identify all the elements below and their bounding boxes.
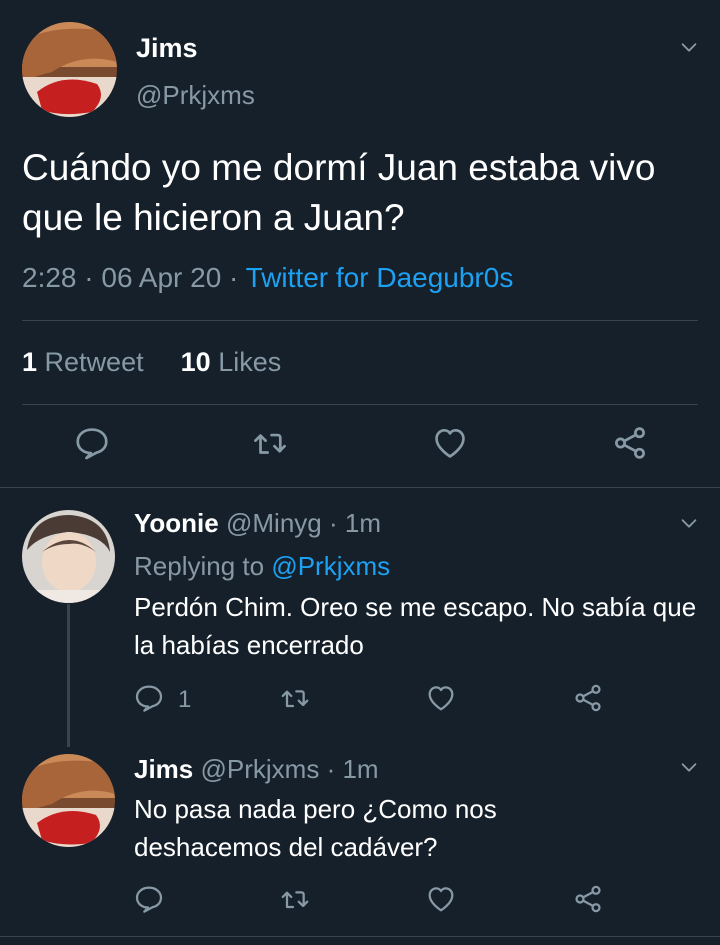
separator: · [328,508,338,538]
reply-author-name[interactable]: Yoonie [134,508,219,538]
avatar[interactable] [22,22,117,117]
avatar-image [22,754,115,847]
likes-stat[interactable]: 10 Likes [181,347,282,377]
avatar-image [22,510,115,603]
comment-icon[interactable] [133,883,165,915]
reply-text: Perdón Chim. Oreo se me escapo. No sabía… [134,592,697,660]
share-icon[interactable] [572,883,604,915]
heart-icon[interactable] [425,883,457,915]
divider [0,487,720,488]
likes-label: Likes [218,347,282,377]
tweet-time: 2:28 [22,262,77,293]
reply-count: 1 [178,686,192,713]
heart-icon[interactable] [431,424,469,462]
retweet-icon[interactable] [279,682,311,714]
retweet-icon[interactable] [251,424,289,462]
retweet-label: Retweet [44,347,144,377]
tweet-source-link[interactable]: Twitter for Daegubr0s [246,262,514,293]
main-tweet-header: Jims @Prkjxms [0,0,720,130]
comment-icon[interactable] [73,424,111,462]
tweet-date: 06 Apr 20 [101,262,222,293]
separator: · [84,262,94,293]
heart-icon[interactable] [425,682,457,714]
divider [22,320,698,321]
chevron-down-icon[interactable] [678,36,700,58]
share-icon[interactable] [572,682,604,714]
tweet-meta: 2:28 · 06 Apr 20 · Twitter for Daegubr0s [22,262,513,294]
comment-icon[interactable] [133,682,165,714]
reply-header: Yoonie @Minyg · 1m [134,508,381,539]
reply-author-handle[interactable]: @Prkjxms [201,754,320,784]
thread-line [67,604,70,747]
like-count: 10 [180,347,211,377]
author-name[interactable]: Jims [136,33,198,64]
reply-author-handle[interactable]: @Minyg [226,508,322,538]
avatar[interactable] [22,510,115,603]
retweets-stat[interactable]: 1 Retweet [22,347,144,377]
retweet-count: 1 [22,347,38,377]
avatar[interactable] [22,754,115,847]
replying-to: Replying to @Prkjxms [134,551,390,582]
avatar-image [22,22,117,117]
chevron-down-icon[interactable] [678,756,700,778]
reply-text: No pasa nada pero ¿Como nos deshacemos d… [134,794,497,862]
retweet-icon[interactable] [279,883,311,915]
reply-time: 1m [342,754,379,784]
replying-label: Replying to [134,551,265,581]
mention-link[interactable]: @Prkjxms [271,551,390,581]
divider [22,404,698,405]
share-icon[interactable] [611,424,649,462]
reply-time: 1m [344,508,381,538]
tweet-text: Cuándo yo me dormí Juan estaba vivo que … [22,147,656,238]
reply-author-name[interactable]: Jims [134,754,193,784]
chevron-down-icon[interactable] [678,512,700,534]
reply-header: Jims @Prkjxms · 1m [134,754,379,785]
tweet-stats: 1 Retweet 10 Likes [22,347,281,378]
divider [0,936,720,937]
separator: · [229,262,239,293]
separator: · [326,754,336,784]
author-handle[interactable]: @Prkjxms [136,80,255,111]
